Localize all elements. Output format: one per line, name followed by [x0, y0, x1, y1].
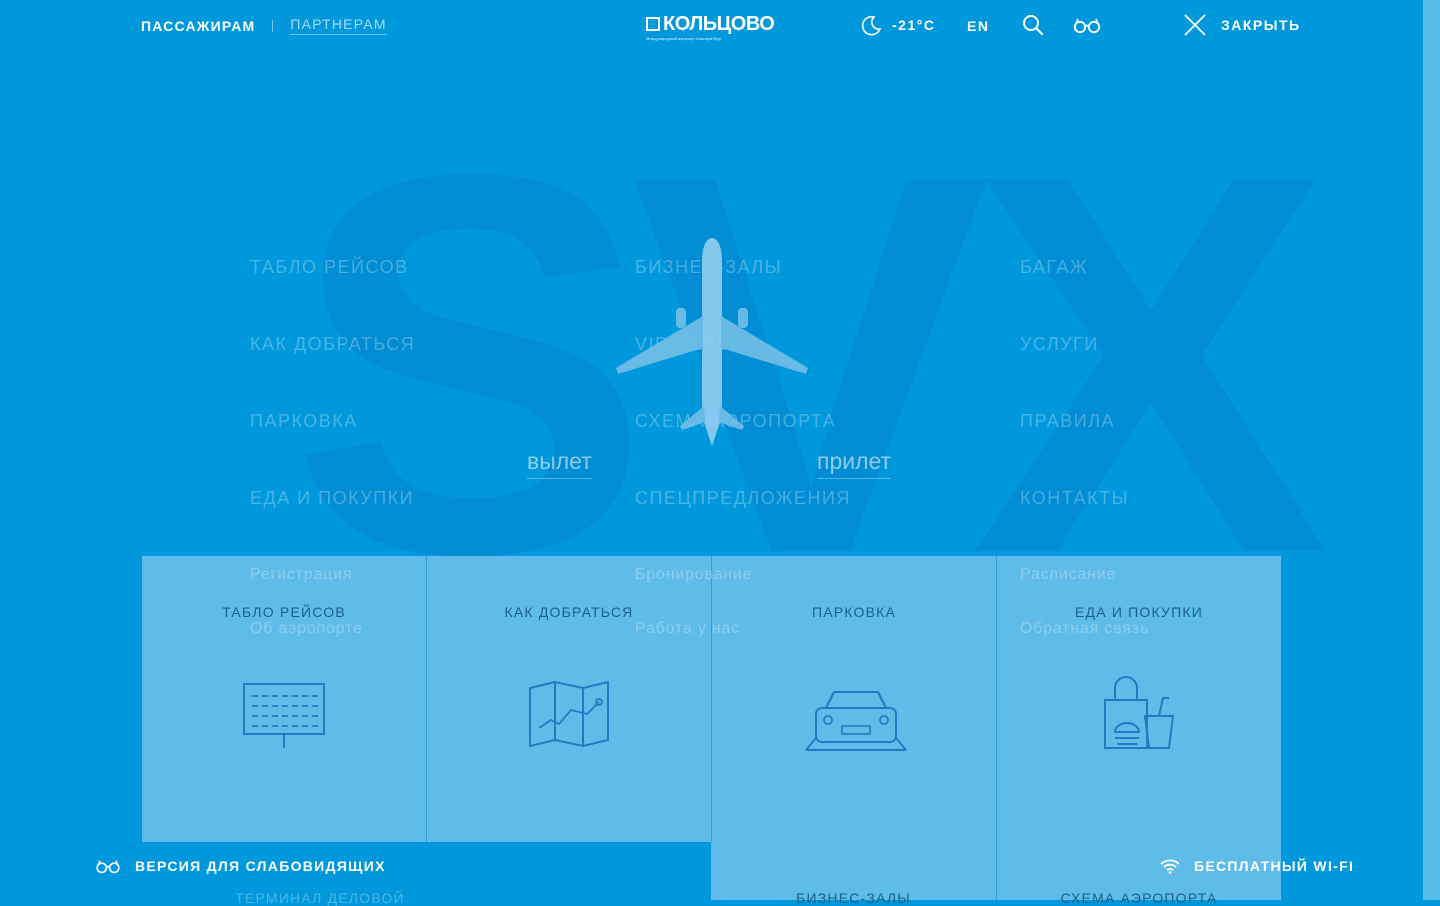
logo-mark-icon — [646, 17, 660, 31]
car-icon — [805, 691, 907, 751]
card-title: БИЗНЕС-ЗАЛЫ — [796, 890, 911, 906]
menu-item-special-offers[interactable]: СПЕЦПРЕДЛОЖЕНИЯ — [635, 488, 851, 509]
card-how-to-get[interactable]: КАК ДОБРАТЬСЯ — [426, 556, 711, 842]
moon-icon — [861, 15, 882, 36]
menu-item-flight-board[interactable]: ТАБЛО РЕЙСОВ — [250, 257, 409, 278]
audience-switch: ПАССАЖИРАМ ПАРТНЕРАМ — [141, 16, 387, 35]
card-title: ПАРКОВКА — [811, 604, 897, 620]
card-parking[interactable]: ПАРКОВКА — [711, 556, 996, 842]
menu-item-rules[interactable]: ПРАВИЛА — [1020, 411, 1115, 432]
menu-item-contacts[interactable]: КОНТАКТЫ — [1020, 488, 1129, 509]
glasses-icon — [96, 860, 120, 874]
accessibility-link[interactable]: ВЕРСИЯ ДЛЯ СЛАБОВИДЯЩИХ — [95, 858, 386, 874]
card-title: СХЕМА АЭРОПОРТА — [1060, 890, 1218, 906]
tab-partners[interactable]: ПАРТНЕРАМ — [290, 16, 387, 35]
card-flight-board[interactable]: ТАБЛО РЕЙСОВ — [142, 556, 426, 842]
close-label: ЗАКРЫТЬ — [1221, 17, 1301, 33]
departure-link[interactable]: вылет — [527, 448, 592, 479]
glasses-icon[interactable] — [1073, 16, 1101, 34]
card-food-shopping[interactable]: ЕДА И ПОКУПКИ — [996, 556, 1281, 842]
shopping-food-icon — [1104, 676, 1175, 749]
accessibility-label: ВЕРСИЯ ДЛЯ СЛАБОВИДЯЩИХ — [135, 858, 386, 874]
menu-sub-booking[interactable]: Бронирование — [635, 566, 752, 584]
menu-item-how-to-get[interactable]: КАК ДОБРАТЬСЯ — [250, 334, 415, 355]
airplane-icon — [616, 238, 808, 446]
arrival-link[interactable]: прилет — [817, 448, 892, 479]
tab-passengers[interactable]: ПАССАЖИРАМ — [141, 18, 255, 34]
close-button[interactable]: ЗАКРЫТЬ — [1183, 13, 1301, 37]
card-title: ЕДА И ПОКУПКИ — [1074, 604, 1204, 620]
card-title: КАК ДОБРАТЬСЯ — [504, 604, 634, 620]
menu-item-baggage[interactable]: БАГАЖ — [1020, 257, 1088, 278]
departure-board-icon — [243, 683, 325, 748]
language-switch[interactable]: EN — [967, 18, 989, 34]
menu-sub-feedback[interactable]: Обратная связь — [1020, 620, 1149, 638]
logo-text: КОЛЬЦОВО — [663, 13, 775, 35]
temperature: -21°C — [892, 17, 936, 33]
logo-subtitle: Международный аэропорт Екатеринбург — [646, 36, 722, 41]
menu-sub-about[interactable]: Об аэропорте — [250, 620, 363, 638]
menu-sub-careers[interactable]: Работа у нас — [635, 620, 740, 638]
search-icon[interactable] — [1022, 14, 1044, 36]
menu-item-food-shopping[interactable]: ЕДА И ПОКУПКИ — [250, 488, 414, 509]
map-icon — [529, 680, 609, 748]
card-business-lounges[interactable]: БИЗНЕС-ЗАЛЫ — [711, 842, 996, 906]
menu-item-services[interactable]: УСЛУГИ — [1020, 334, 1099, 355]
menu-sub-schedule[interactable]: Расписание — [1020, 566, 1116, 584]
card-business-terminal-title[interactable]: ТЕРМИНАЛ ДЕЛОВОЙ — [142, 890, 498, 906]
wifi-label: БЕСПЛАТНЫЙ WI-FI — [1194, 858, 1355, 874]
divider — [272, 19, 274, 32]
menu-sub-registration[interactable]: Регистрация — [250, 566, 352, 584]
scrollbar[interactable] — [1423, 0, 1440, 900]
header: ПАССАЖИРАМ ПАРТНЕРАМ КОЛЬЦОВО Международ… — [0, 0, 1423, 52]
close-icon — [1184, 14, 1206, 36]
wifi-link[interactable]: БЕСПЛАТНЫЙ WI-FI — [1160, 858, 1354, 874]
wifi-icon — [1160, 859, 1180, 874]
card-title: ТАБЛО РЕЙСОВ — [222, 604, 346, 620]
logo[interactable]: КОЛЬЦОВО Международный аэропорт Екатерин… — [646, 13, 775, 41]
weather-widget: -21°C — [860, 14, 935, 36]
menu-item-parking[interactable]: ПАРКОВКА — [250, 411, 358, 432]
